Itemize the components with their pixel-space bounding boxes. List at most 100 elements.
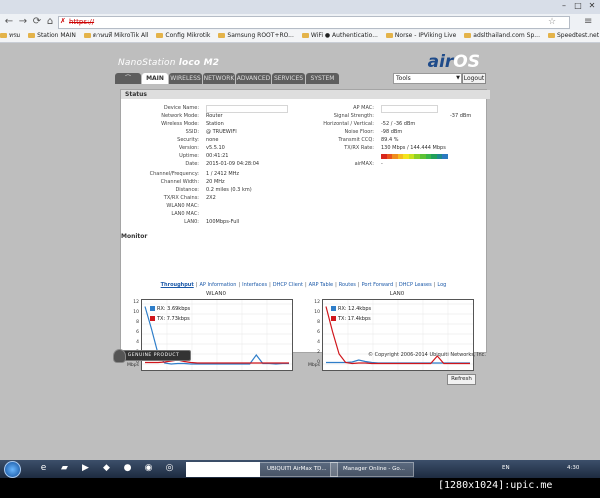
monitor-link-dhcp-leases[interactable]: DHCP Leases (399, 282, 432, 288)
field-label: Horizontal / Vertical: (323, 121, 374, 127)
y-tick-label: 2 (317, 350, 320, 355)
copyright: © Copyright 2006-2014 Ubiquiti Networks,… (368, 352, 486, 358)
close-icon[interactable]: ✕ (586, 1, 598, 11)
link-separator: | (433, 282, 436, 288)
taskbar: e ▰ ▶ ◆ ● ◉ ◎ UBIQUITI AirMax TD... Mana… (0, 460, 600, 478)
bookmark-item[interactable]: ทรม (0, 30, 20, 42)
field-label: WLAN0 MAC: (166, 203, 199, 209)
app-icon[interactable]: ◆ (99, 462, 114, 475)
task-manager-online[interactable]: Manager Online - Go... (330, 462, 414, 477)
link-separator: | (395, 282, 397, 288)
field-value: 100Mbps-Full (206, 219, 240, 225)
ie-icon[interactable]: e (36, 462, 51, 475)
folder-icon[interactable]: ▰ (57, 462, 72, 475)
legend-swatch (150, 306, 155, 311)
legend-label: RX: 12.4kbps (338, 306, 372, 312)
app2-icon[interactable]: ● (120, 462, 135, 475)
bookmark-label: ทรม (9, 32, 21, 39)
tab-services[interactable]: SERVICES (272, 73, 305, 84)
field-value: 1 / 2412 MHz (206, 171, 240, 177)
bookmark-item[interactable]: ดาษนที MikroTik All (83, 30, 148, 42)
tab-advanced[interactable]: ADVANCED (236, 73, 271, 84)
folder-icon (385, 33, 393, 38)
tray-clock[interactable]: 4:30 (567, 465, 579, 471)
back-icon[interactable]: ← (3, 16, 15, 28)
app3-icon[interactable]: ◉ (141, 462, 156, 475)
legend-item: RX: 12.4kbps (331, 306, 371, 312)
chrome-icon[interactable]: ◎ (162, 462, 177, 475)
bookmark-item[interactable]: Station MAIN (28, 30, 76, 42)
link-separator: | (357, 282, 360, 288)
legend-label: TX: 17.4kbps (338, 316, 371, 322)
forward-icon[interactable]: → (17, 16, 29, 28)
chart-title-lan0: LAN0 (389, 291, 405, 297)
field-label: SSID: (185, 129, 199, 135)
link-separator: | (195, 282, 198, 288)
field-value: 2X2 (206, 195, 216, 201)
y-tick-label: 6 (317, 330, 320, 335)
home-icon[interactable]: ⌂ (44, 16, 56, 28)
reload-icon[interactable]: ⟳ (31, 16, 43, 28)
y-tick-label: 6 (136, 330, 139, 335)
monitor-link-routes[interactable]: Routes (339, 282, 356, 288)
menu-icon[interactable]: ≡ (584, 16, 596, 28)
tab-wireless[interactable]: WIRELESS (169, 73, 202, 84)
field-value: @ TRUEWIFI (206, 129, 237, 135)
field-value: 20 MHz (206, 179, 225, 185)
refresh-button[interactable]: Refresh (447, 374, 476, 385)
tools-select[interactable]: Tools ▼ (393, 73, 462, 84)
bookmark-item[interactable]: Samsung ROOT+RO... (218, 30, 294, 42)
field-value: none (206, 137, 219, 143)
maximize-icon[interactable]: □ (572, 1, 584, 11)
bookmark-item[interactable]: Norse - IPViking Live (385, 30, 456, 42)
field-value: -98 dBm (381, 129, 403, 135)
media-icon[interactable]: ▶ (78, 462, 93, 475)
monitor-link-throughput[interactable]: Throughput (161, 282, 194, 288)
monitor-link-arp-table[interactable]: ARP Table (309, 282, 333, 288)
bookmark-star-icon[interactable]: ☆ (548, 17, 556, 27)
field-label: Signal Strength: (333, 113, 374, 119)
bookmark-label: adslthailand.com Sp... (473, 32, 540, 39)
y-unit-label: Mbps (308, 363, 320, 368)
bookmark-item[interactable]: WiFi ● Authenticatio... (301, 30, 378, 42)
field-value: -52 / -36 dBm (381, 121, 416, 127)
legend-item: RX: 3.69kbps (150, 306, 190, 312)
monitor-link-interfaces[interactable]: Interfaces (242, 282, 267, 288)
field-label: TX/RX Rate: (344, 145, 374, 151)
tab-system[interactable]: SYSTEM (306, 73, 339, 84)
field-value: 130 Mbps / 144.444 Mbps (381, 145, 446, 151)
address-bar[interactable]: https:// (58, 16, 570, 29)
link-separator: | (238, 282, 241, 288)
bookmark-item[interactable]: adslthailand.com Sp... (464, 30, 540, 42)
field-value: -37 dBm (450, 113, 472, 119)
tab-main[interactable]: MAIN (142, 73, 168, 84)
tab-network[interactable]: NETWORK (203, 73, 235, 84)
field-value: Router (206, 113, 223, 119)
field-value: v5.5.10 (206, 145, 225, 151)
monitor-link-log[interactable]: Log (437, 282, 446, 288)
logout-button[interactable]: Logout (462, 73, 486, 84)
task-chrome[interactable] (186, 462, 260, 477)
monitor-link-ap-information[interactable]: AP Information (199, 282, 236, 288)
folder-icon (28, 33, 36, 38)
ubnt-logo-icon[interactable]: ⌒ (115, 73, 141, 84)
bookmark-label: Samsung ROOT+RO... (227, 32, 294, 39)
monitor-link-dhcp-client[interactable]: DHCP Client (273, 282, 303, 288)
address-row: ← → ⟳ ⌂ https:// ✗ ☆ ≡ (0, 14, 600, 30)
start-button[interactable] (4, 461, 21, 478)
task-ubiquiti[interactable]: UBIQUITI AirMax TD... (254, 462, 338, 477)
bookmark-item[interactable]: Speedtest.net by Oo... (548, 30, 600, 42)
minimize-icon[interactable]: – (558, 1, 570, 11)
monitor-link-port-forward[interactable]: Port Forward (362, 282, 394, 288)
chevron-down-icon: ▼ (456, 75, 460, 81)
folder-icon (548, 33, 555, 38)
watermark: [1280x1024]:upic.me (438, 480, 553, 491)
y-tick-label: 12 (133, 300, 139, 305)
tray-language[interactable]: EN (502, 465, 510, 471)
y-tick-label: 10 (314, 310, 320, 315)
field-value: 00:41:21 (206, 153, 229, 159)
bookmark-item[interactable]: Config Mikrotik (156, 30, 210, 42)
folder-icon (218, 33, 226, 38)
field-label: Distance: (175, 187, 199, 193)
y-tick-label: 8 (317, 320, 320, 325)
